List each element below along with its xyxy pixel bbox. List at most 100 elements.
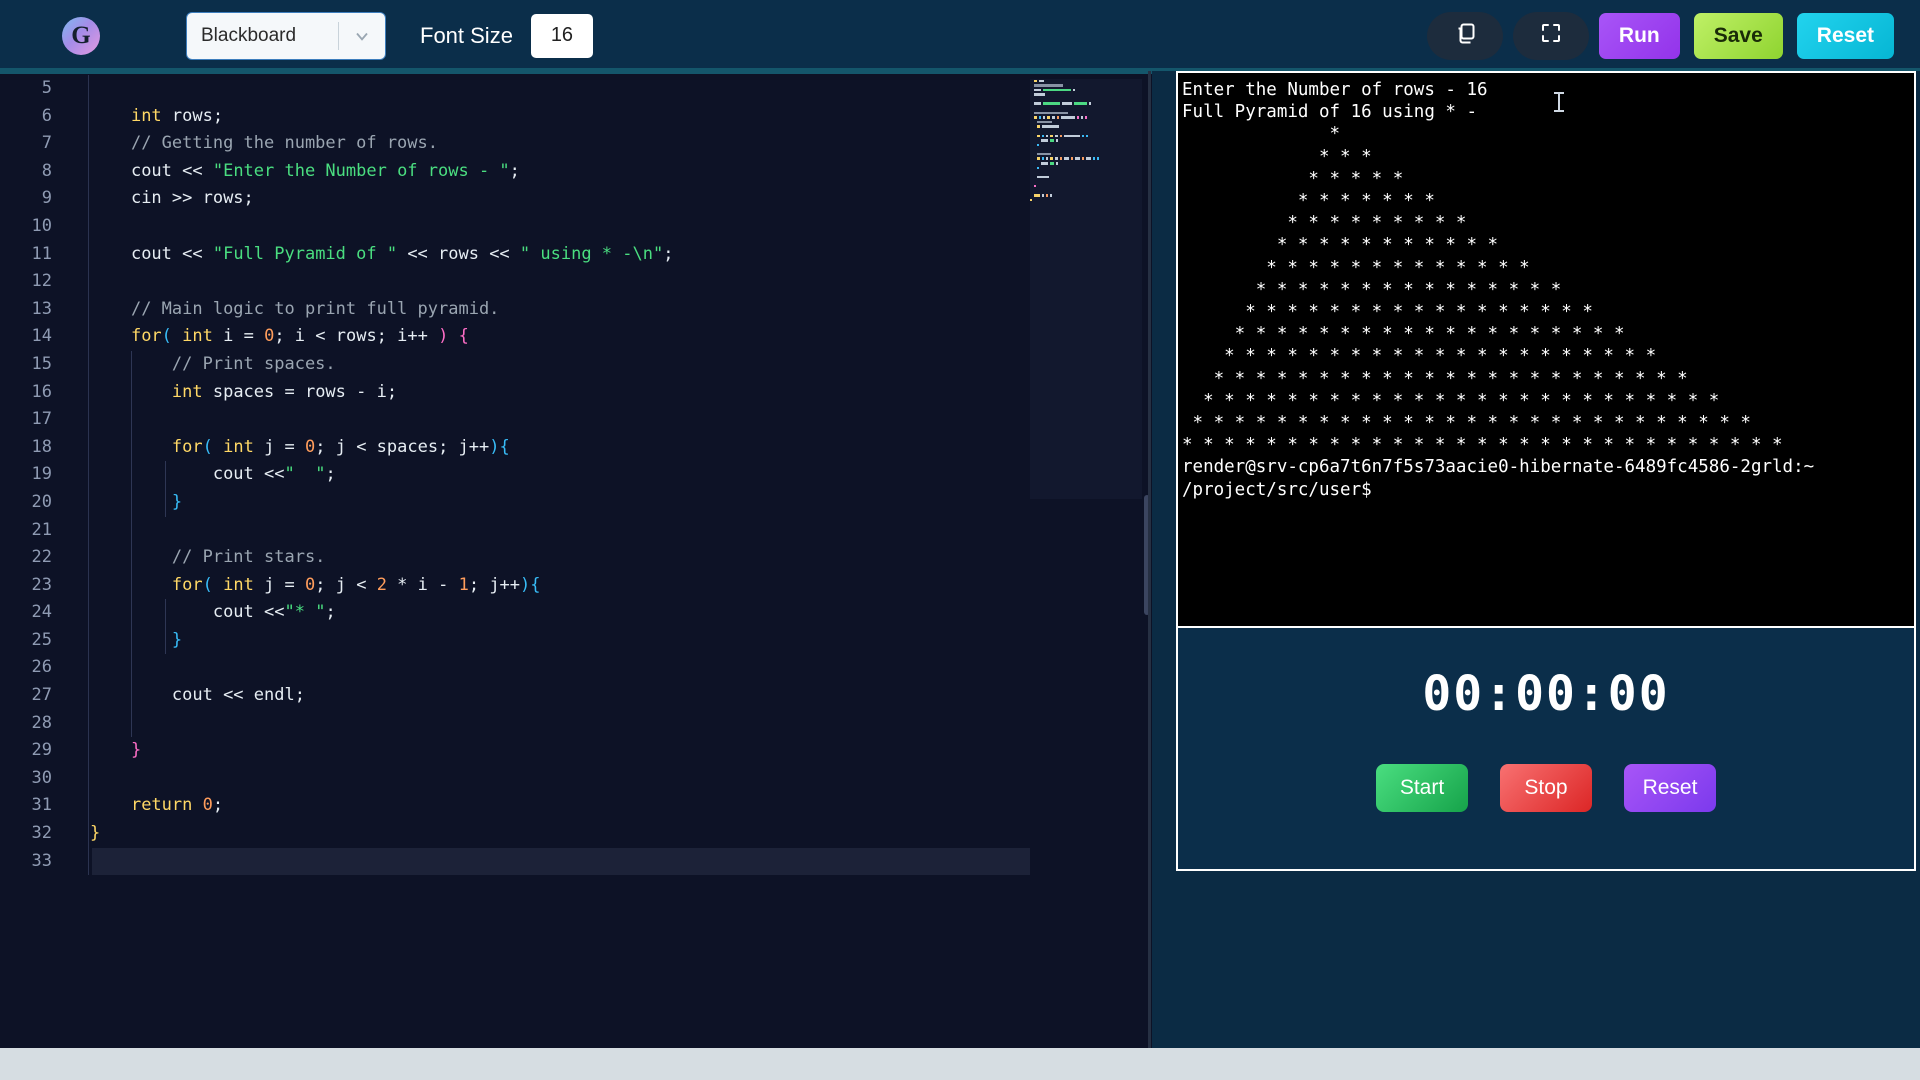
code-line[interactable]: 13 // Main logic to print full pyramid. bbox=[0, 296, 1152, 324]
code-token: spaces = rows - i; bbox=[203, 382, 397, 402]
code-text: } bbox=[62, 627, 1152, 655]
output-panel: Enter the Number of rows - 16Full Pyrami… bbox=[1176, 71, 1916, 871]
code-line[interactable]: 7 // Getting the number of rows. bbox=[0, 130, 1152, 158]
run-button[interactable]: Run bbox=[1599, 13, 1680, 59]
code-text: cout << "Enter the Number of rows - "; bbox=[62, 158, 1152, 186]
pyramid-row: * * * * * * * * * * * * * * * * * * * * … bbox=[1182, 368, 1914, 390]
code-token bbox=[90, 106, 131, 126]
line-number: 10 bbox=[0, 213, 62, 241]
code-token: ( bbox=[203, 575, 213, 595]
indent-guide bbox=[165, 599, 166, 627]
code-line[interactable]: 21 bbox=[0, 517, 1152, 545]
indent-guide bbox=[165, 627, 166, 655]
code-line[interactable]: 33 bbox=[0, 848, 1152, 876]
code-line[interactable]: 20 } bbox=[0, 489, 1152, 517]
code-line[interactable]: 14 for( int i = 0; i < rows; i++ ) { bbox=[0, 323, 1152, 351]
code-token bbox=[172, 326, 182, 346]
timer-reset-button[interactable]: Reset bbox=[1624, 764, 1716, 812]
code-line[interactable]: 19 cout <<" "; bbox=[0, 461, 1152, 489]
line-number: 24 bbox=[0, 599, 62, 627]
code-token: "* " bbox=[284, 602, 325, 622]
code-line[interactable]: 24 cout <<"* "; bbox=[0, 599, 1152, 627]
code-line[interactable]: 10 bbox=[0, 213, 1152, 241]
code-token: ) bbox=[520, 575, 530, 595]
terminal-output[interactable]: Enter the Number of rows - 16Full Pyrami… bbox=[1178, 73, 1914, 626]
copy-button[interactable] bbox=[1427, 12, 1503, 60]
code-lines-container[interactable]: 56 int rows;7 // Getting the number of r… bbox=[0, 75, 1152, 1048]
code-token: int bbox=[172, 382, 203, 402]
code-token: cin >> rows; bbox=[131, 188, 254, 208]
chevron-down-icon[interactable] bbox=[339, 26, 385, 46]
code-text: // Main logic to print full pyramid. bbox=[62, 296, 1152, 324]
code-line[interactable]: 26 bbox=[0, 654, 1152, 682]
line-number: 29 bbox=[0, 737, 62, 765]
code-line[interactable]: 9 cin >> rows; bbox=[0, 185, 1152, 213]
code-line[interactable]: 27 cout << endl; bbox=[0, 682, 1152, 710]
code-token: " using * -\n" bbox=[520, 244, 663, 264]
code-token bbox=[192, 795, 202, 815]
code-line[interactable]: 25 } bbox=[0, 627, 1152, 655]
indent-guide bbox=[131, 517, 132, 545]
fullscreen-button[interactable] bbox=[1513, 12, 1589, 60]
code-line[interactable]: 30 bbox=[0, 765, 1152, 793]
minimap-line bbox=[1030, 75, 1142, 78]
code-token: { bbox=[530, 575, 540, 595]
line-number: 18 bbox=[0, 434, 62, 462]
code-token: ( bbox=[203, 437, 213, 457]
code-text: cout << "Full Pyramid of " << rows << " … bbox=[62, 241, 1152, 269]
code-token: 1 bbox=[459, 575, 469, 595]
code-token: // Print stars. bbox=[172, 547, 326, 567]
code-line[interactable]: 18 for( int j = 0; j < spaces; j++){ bbox=[0, 434, 1152, 462]
code-token: return bbox=[131, 795, 192, 815]
code-text: int spaces = rows - i; bbox=[62, 379, 1152, 407]
code-line[interactable]: 15 // Print spaces. bbox=[0, 351, 1152, 379]
theme-select[interactable]: Blackboard bbox=[186, 12, 386, 60]
timer-start-button[interactable]: Start bbox=[1376, 764, 1468, 812]
code-token bbox=[90, 602, 213, 622]
code-token bbox=[90, 795, 131, 815]
code-line[interactable]: 31 return 0; bbox=[0, 792, 1152, 820]
code-token: ; bbox=[213, 795, 223, 815]
indent-guide bbox=[131, 572, 132, 600]
code-line[interactable]: 12 bbox=[0, 268, 1152, 296]
code-line[interactable]: 28 bbox=[0, 710, 1152, 738]
code-editor[interactable]: 56 int rows;7 // Getting the number of r… bbox=[0, 71, 1152, 1048]
code-line[interactable]: 5 bbox=[0, 75, 1152, 103]
pyramid-row: * bbox=[1182, 123, 1914, 145]
app-logo[interactable]: G bbox=[62, 17, 100, 55]
line-number: 25 bbox=[0, 627, 62, 655]
code-line[interactable]: 6 int rows; bbox=[0, 103, 1152, 131]
code-line[interactable]: 8 cout << "Enter the Number of rows - "; bbox=[0, 158, 1152, 186]
code-text bbox=[62, 213, 1152, 241]
code-line[interactable]: 23 for( int j = 0; j < 2 * i - 1; j++){ bbox=[0, 572, 1152, 600]
code-line[interactable]: 16 int spaces = rows - i; bbox=[0, 379, 1152, 407]
line-number: 33 bbox=[0, 848, 62, 876]
save-button[interactable]: Save bbox=[1694, 13, 1783, 59]
code-text: return 0; bbox=[62, 792, 1152, 820]
code-token bbox=[213, 437, 223, 457]
code-token: ( bbox=[162, 326, 172, 346]
indent-guide bbox=[165, 461, 166, 489]
reset-button[interactable]: Reset bbox=[1797, 13, 1894, 59]
code-token: * i - bbox=[387, 575, 459, 595]
editor-minimap[interactable] bbox=[1030, 75, 1142, 1048]
code-token: cout << bbox=[131, 161, 213, 181]
code-token: // Getting the number of rows. bbox=[131, 133, 438, 153]
code-token: j = bbox=[254, 575, 305, 595]
code-line[interactable]: 17 bbox=[0, 406, 1152, 434]
font-size-input[interactable]: 16 bbox=[531, 14, 593, 58]
code-line[interactable]: 29 } bbox=[0, 737, 1152, 765]
code-token: for bbox=[172, 437, 203, 457]
line-number: 13 bbox=[0, 296, 62, 324]
code-token: // Print spaces. bbox=[172, 354, 336, 374]
code-text bbox=[62, 268, 1152, 296]
code-line[interactable]: 32} bbox=[0, 820, 1152, 848]
code-line[interactable]: 22 // Print stars. bbox=[0, 544, 1152, 572]
code-token: int bbox=[223, 437, 254, 457]
line-number: 30 bbox=[0, 765, 62, 793]
code-text: // Getting the number of rows. bbox=[62, 130, 1152, 158]
code-line[interactable]: 11 cout << "Full Pyramid of " << rows <<… bbox=[0, 241, 1152, 269]
minimap-slider[interactable] bbox=[1030, 79, 1142, 499]
timer-stop-button[interactable]: Stop bbox=[1500, 764, 1592, 812]
line-number: 21 bbox=[0, 517, 62, 545]
